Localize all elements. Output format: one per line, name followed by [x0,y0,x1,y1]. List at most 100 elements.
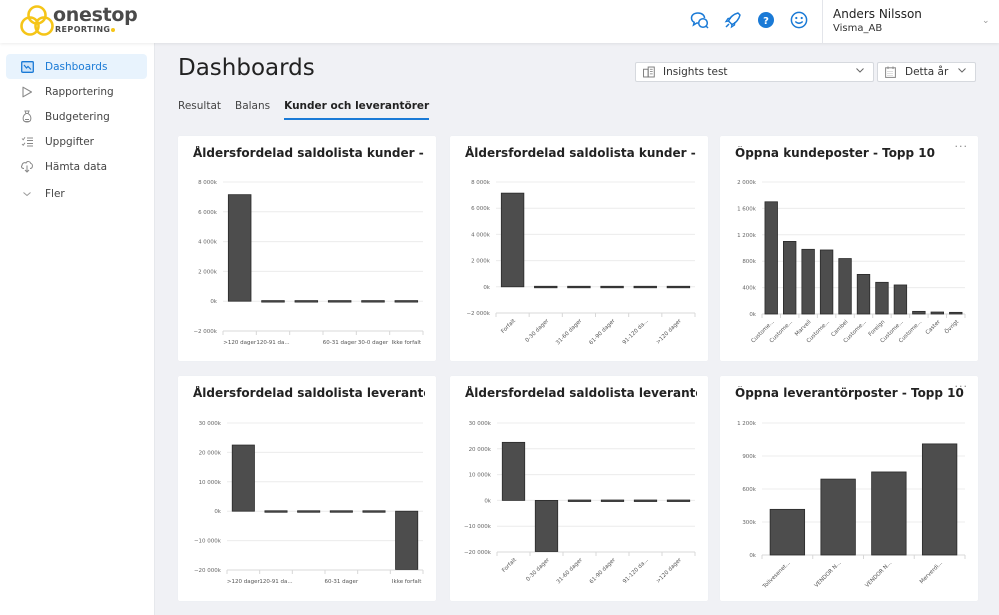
onestop-logo[interactable]: onestop REPORTING [20,4,138,38]
bar [769,508,806,556]
user-menu-chevron-icon[interactable]: ⌄ [982,16,990,26]
y-tick-label: 400k [742,286,756,292]
chart-card-leverantorer-inte-forfallen[interactable]: Åldersfordelad saldolista leverantörer -… [450,376,708,601]
y-tick-label: 0k [483,285,490,291]
bar [666,499,691,502]
logo-subtext-label: REPORTING [55,25,111,34]
x-tick-label: 120-91 da... [256,340,290,346]
tab-balans[interactable]: Balans [235,100,270,120]
x-tick-label: 91-120 da... [622,557,650,585]
bar [395,510,419,570]
x-tick-label: 120-91 da... [259,579,293,585]
play-icon [20,85,34,99]
chart-leverantorer-forfallen: −20 000k −10 000k 0k 10 000k 20 000k 30 000k >… [194,421,424,585]
sidebar-item-dashboards[interactable]: Dashboards [6,54,147,79]
y-tick-label: 30 000k [199,421,222,427]
sidebar-item-label: Hämta data [45,160,108,173]
y-tick-label: 6 000k [471,206,491,212]
rocket-icon[interactable] [723,9,743,31]
bar [362,510,386,513]
logo-text: onestop [53,4,138,26]
bar [838,258,852,315]
buildings-icon [643,66,655,78]
money-bag-icon [20,110,34,124]
bar [231,444,255,512]
x-tick-label: >120 dager [227,579,261,585]
bar [227,194,252,302]
bar [871,471,907,556]
sidebar-item-hamta-data[interactable]: Hämta data [6,154,147,179]
tab-resultat[interactable]: Resultat [178,100,221,120]
bar [930,311,944,315]
help-icon[interactable]: ? [756,9,776,31]
x-tick-label: 91-120 da... [622,318,650,346]
bar [294,300,319,303]
chat-icon[interactable] [690,9,710,31]
bar [297,510,321,513]
x-tick-label: Ikke forfalt [392,579,422,585]
sidebar-item-uppgifter[interactable]: Uppgifter [6,129,147,154]
bar [819,249,834,315]
sidebar-item-label: Budgetering [45,110,110,123]
y-tick-label: 10 000k [469,473,492,479]
sidebar: Dashboards Rapportering Budgetering Uppg… [0,43,155,615]
chart-card-kunder-inte-forfallen[interactable]: Åldersfordelad saldolista kunder - Inte … [450,136,708,361]
y-tick-label: 20 000k [199,450,222,456]
sidebar-item-label: Rapportering [45,85,114,98]
bar [361,300,385,303]
y-tick-label: 8 000k [198,180,218,186]
y-tick-label: 20 000k [469,447,492,453]
sidebar-item-label: Uppgifter [45,135,95,148]
x-tick-label: Forfalt [500,318,517,335]
smiley-icon[interactable] [789,9,809,31]
bar [856,273,871,315]
bar [600,285,624,289]
sidebar-item-rapportering[interactable]: Rapportering [6,79,147,104]
y-tick-label: 2 000k [471,259,491,265]
x-tick-label: 60-31 dager [323,340,357,346]
y-tick-label: 1 200k [737,233,757,239]
x-tick-label: 31-60 dager [556,557,585,586]
x-tick-label: 61-90 dager [588,318,617,347]
chart-card-oppna-kundeposter[interactable]: Öppna kundeposter - Topp 10 ··· 0k 400k 80… [720,136,978,361]
tab-kunder-och-leverantorer[interactable]: Kunder och leverantörer [284,100,430,120]
sidebar-item-fler[interactable]: Fler [6,181,147,206]
chart-card-leverantorer-forfallen[interactable]: Åldersfordelad saldolista leverantörer -… [178,376,436,601]
y-tick-label: 4 000k [471,232,491,238]
logo-rings-icon [20,5,54,36]
y-tick-label: 0k [214,509,221,515]
period-select[interactable]: Detta år [877,62,976,82]
y-tick-label: 0k [484,498,491,504]
y-tick-label: 1 600k [737,206,757,212]
bar [534,285,558,289]
sidebar-item-budgetering[interactable]: Budgetering [6,104,147,129]
chart-kunder-inte-forfallen: −2 000k 0k 2 000k 4 000k 6 000k 8 000k Forfalt… [466,180,696,347]
y-tick-label: −10 000k [464,524,492,530]
chevron-down-icon [855,67,865,77]
chart-card-oppna-leverantorposter[interactable]: Öppna leverantörposter - Topp 10 ··· 0k 3… [720,376,978,601]
y-tick-label: 6 000k [198,210,218,216]
y-tick-label: 8 000k [471,180,491,186]
dashboard-select[interactable]: Insights test [635,62,874,82]
y-tick-label: 2 000k [198,269,218,275]
y-tick-label: −20 000k [464,550,492,556]
bar [912,310,926,315]
chart-kunder-forfallen: −2 000k 0k 2 000k 4 000k 6 000k 8 000k >120 da… [193,180,424,346]
x-tick-label: 31-60 dager [555,318,584,347]
dashboard-icon [20,60,34,74]
sidebar-item-label: Dashboards [45,60,108,73]
chart-card-kunder-forfallen[interactable]: Åldersfordelad saldolista kunder - Förfa… [178,136,436,361]
checklist-icon [20,135,34,149]
y-tick-label: 10 000k [199,480,222,486]
x-tick-label: Tollvesenet... [761,560,792,591]
bar [261,300,285,303]
top-bar: onestop REPORTING ? Anders Nilsson Visma… [0,0,999,43]
user-menu[interactable]: Anders Nilsson Visma_AB [833,7,922,34]
bar [567,499,592,502]
cloud-download-icon [20,160,34,174]
bar [329,510,353,513]
y-tick-label: 30 000k [469,421,492,427]
bar [783,241,797,315]
x-tick-label: 0-30 dager [525,318,551,344]
bar [600,499,625,502]
